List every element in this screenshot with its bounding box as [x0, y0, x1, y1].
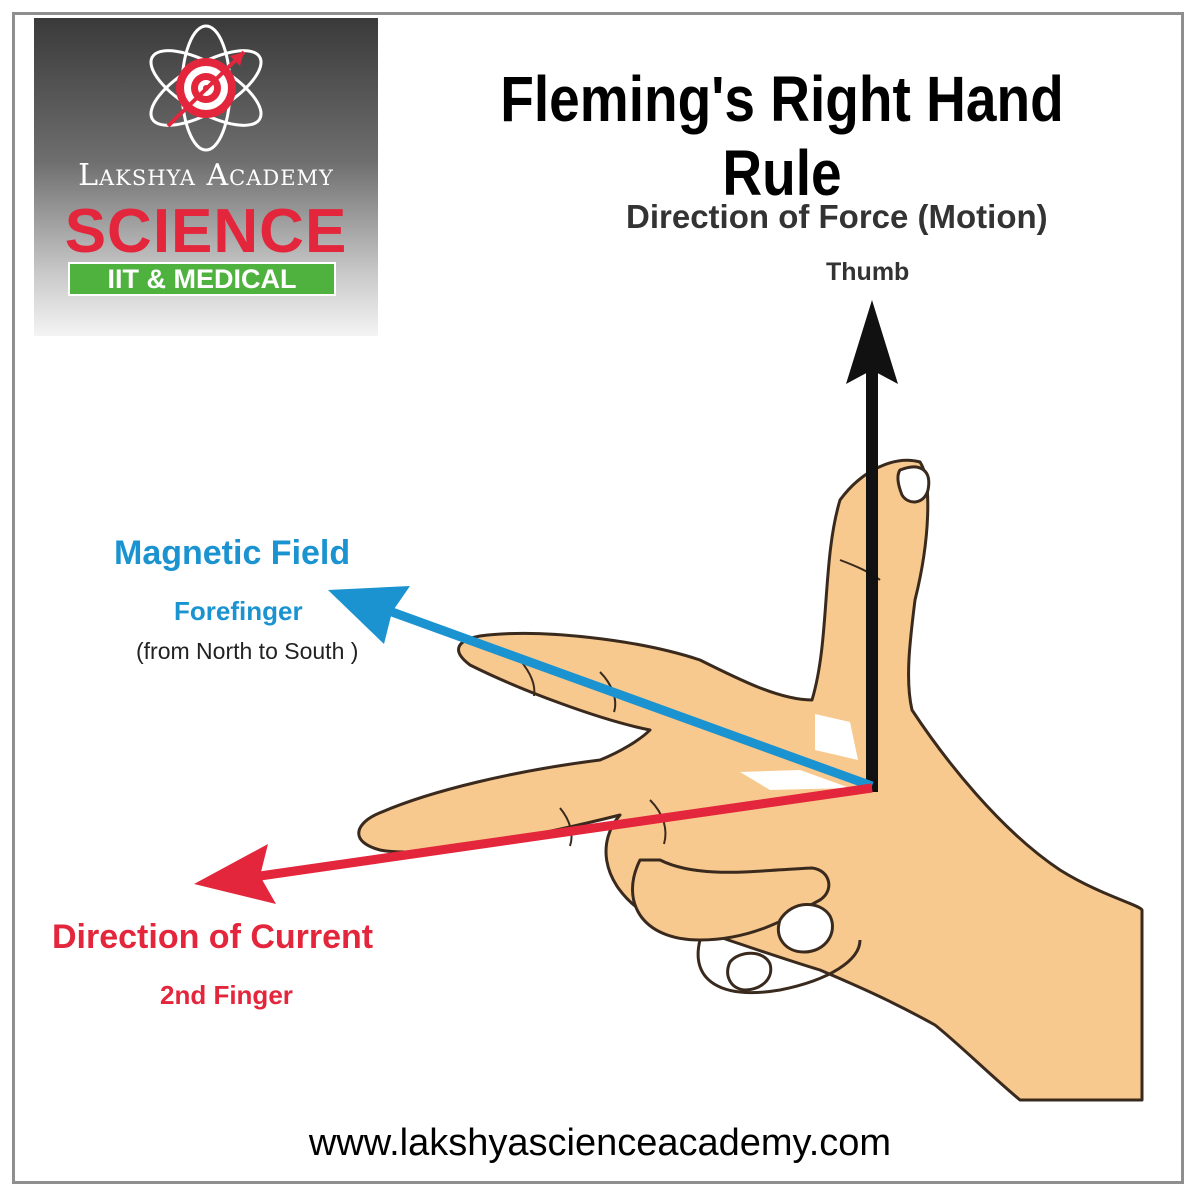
thumb-label: Thumb	[826, 258, 910, 286]
second-finger-label: 2nd Finger	[160, 980, 293, 1010]
north-south-note: (from North to South )	[136, 638, 359, 664]
magnetic-field-label: Magnetic Field	[114, 534, 351, 572]
finger-nail-2	[726, 951, 773, 992]
finger-nail-1	[777, 903, 834, 954]
website-url[interactable]: www.lakshyascienceacademy.com	[0, 1122, 1200, 1165]
hand-illustration	[357, 458, 1144, 1102]
force-label: Direction of Force (Motion)	[626, 198, 1048, 235]
palm	[357, 458, 1144, 1102]
thumb-nail	[896, 465, 931, 504]
forefinger-label: Forefinger	[174, 596, 303, 626]
field-arrow	[328, 586, 874, 791]
current-label: Direction of Current	[52, 918, 374, 956]
